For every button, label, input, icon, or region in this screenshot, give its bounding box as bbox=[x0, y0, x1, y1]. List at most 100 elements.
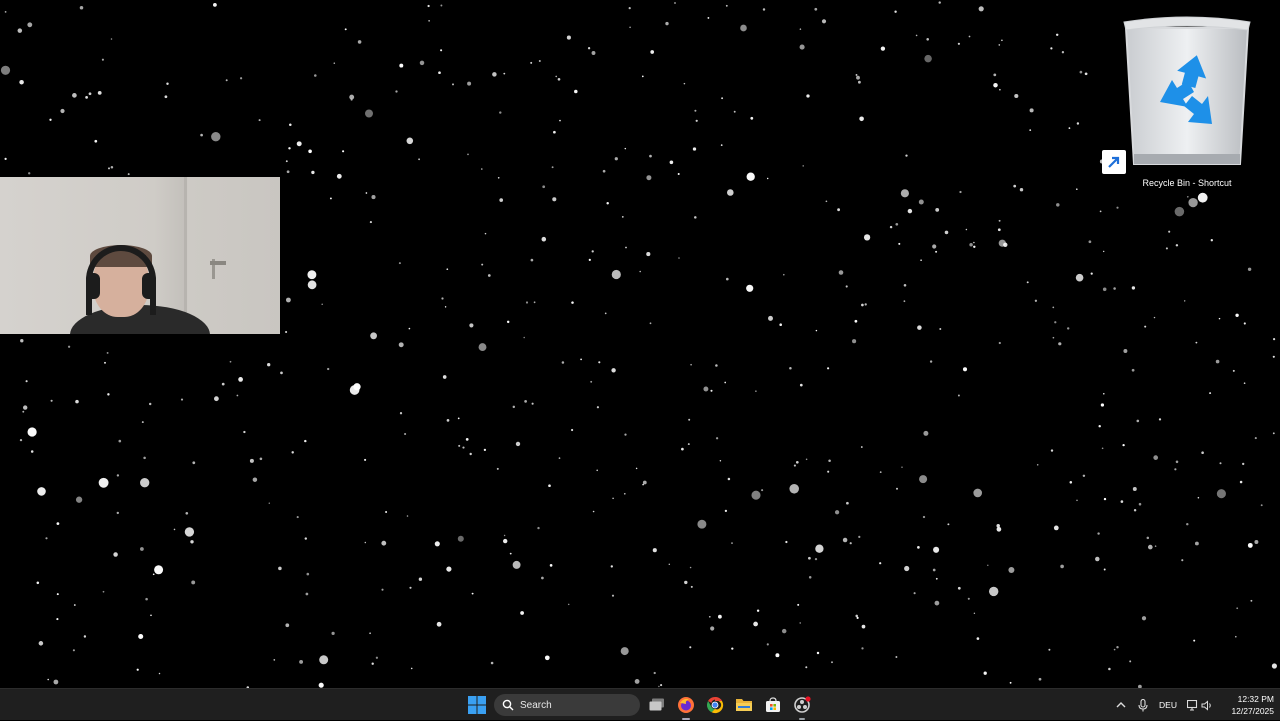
star bbox=[318, 682, 324, 688]
search-input[interactable]: Search bbox=[494, 694, 640, 716]
star bbox=[678, 257, 680, 259]
taskbar-firefox[interactable] bbox=[674, 693, 698, 720]
star bbox=[1014, 93, 1019, 99]
star bbox=[357, 40, 362, 44]
star bbox=[503, 534, 506, 537]
star bbox=[321, 303, 323, 306]
star bbox=[828, 459, 831, 463]
star bbox=[398, 342, 404, 348]
star bbox=[860, 446, 863, 448]
star bbox=[845, 285, 848, 288]
star bbox=[1036, 464, 1039, 466]
network-button[interactable] bbox=[1186, 689, 1200, 721]
star bbox=[668, 563, 671, 566]
star bbox=[967, 597, 970, 600]
windows-start-icon bbox=[468, 696, 486, 714]
star bbox=[1273, 338, 1276, 341]
language-indicator[interactable]: DEU bbox=[1158, 689, 1178, 721]
clock[interactable]: 12:32 PM 12/27/2025 bbox=[1220, 693, 1274, 717]
star bbox=[1019, 187, 1024, 192]
star bbox=[285, 623, 290, 628]
star bbox=[1235, 635, 1237, 638]
taskbar-chrome[interactable] bbox=[703, 693, 727, 717]
star bbox=[94, 139, 98, 143]
star bbox=[150, 614, 152, 617]
star bbox=[993, 82, 998, 88]
star bbox=[116, 474, 120, 477]
recycle-bin-shortcut[interactable]: Recycle Bin - Shortcut bbox=[1102, 10, 1260, 190]
star bbox=[1153, 316, 1156, 319]
star bbox=[19, 438, 23, 442]
star bbox=[591, 51, 596, 55]
star bbox=[1243, 322, 1246, 325]
star bbox=[1008, 567, 1015, 573]
star bbox=[342, 150, 345, 153]
taskbar-recording-app[interactable] bbox=[790, 693, 814, 720]
star bbox=[371, 662, 374, 665]
star bbox=[1122, 443, 1125, 447]
star bbox=[898, 242, 901, 245]
star bbox=[719, 460, 722, 462]
star bbox=[1131, 368, 1135, 372]
volume-button[interactable] bbox=[1200, 689, 1214, 721]
star bbox=[846, 501, 849, 505]
star bbox=[17, 28, 23, 33]
star bbox=[331, 631, 335, 636]
star bbox=[444, 306, 447, 308]
star bbox=[957, 394, 960, 397]
star bbox=[726, 277, 729, 281]
clock-time: 12:32 PM bbox=[1237, 694, 1274, 704]
star bbox=[259, 457, 263, 461]
star bbox=[825, 200, 828, 203]
star bbox=[750, 116, 754, 120]
star bbox=[649, 154, 652, 158]
star bbox=[1097, 532, 1100, 535]
star bbox=[997, 228, 1001, 232]
start-button[interactable] bbox=[465, 693, 489, 717]
star bbox=[596, 406, 600, 409]
star bbox=[238, 377, 243, 382]
star bbox=[1168, 230, 1171, 233]
star bbox=[1103, 568, 1106, 571]
microphone-button[interactable] bbox=[1136, 689, 1150, 721]
star bbox=[278, 566, 282, 571]
star bbox=[484, 232, 487, 235]
star bbox=[37, 487, 46, 496]
star bbox=[1082, 474, 1086, 478]
star bbox=[855, 73, 858, 76]
star bbox=[781, 628, 787, 634]
star bbox=[191, 580, 196, 585]
star bbox=[286, 170, 290, 174]
star bbox=[588, 258, 591, 262]
star bbox=[398, 262, 401, 265]
star bbox=[319, 655, 329, 665]
star bbox=[766, 177, 769, 180]
star bbox=[311, 170, 315, 175]
star bbox=[101, 58, 104, 61]
show-hidden-icons-button[interactable] bbox=[1114, 689, 1128, 721]
star bbox=[1079, 70, 1083, 74]
task-view-button[interactable] bbox=[645, 693, 669, 717]
taskbar-microsoft-store[interactable] bbox=[761, 693, 785, 717]
star bbox=[512, 560, 521, 569]
star bbox=[634, 678, 640, 684]
star bbox=[660, 684, 663, 687]
star bbox=[849, 542, 852, 545]
star bbox=[104, 361, 106, 364]
desktop[interactable]: Recycle Bin - Shortcut bbox=[0, 0, 1280, 688]
star bbox=[998, 44, 1001, 46]
star bbox=[1272, 355, 1275, 358]
star bbox=[1116, 206, 1119, 209]
star bbox=[814, 7, 818, 11]
star bbox=[697, 519, 707, 529]
star bbox=[715, 437, 719, 440]
star bbox=[944, 230, 949, 235]
star bbox=[525, 301, 529, 304]
star bbox=[418, 577, 423, 581]
star bbox=[1001, 39, 1003, 42]
star bbox=[469, 323, 474, 328]
star bbox=[1136, 419, 1140, 423]
star bbox=[1038, 677, 1042, 681]
taskbar-file-explorer[interactable] bbox=[732, 693, 756, 717]
star bbox=[557, 77, 561, 81]
